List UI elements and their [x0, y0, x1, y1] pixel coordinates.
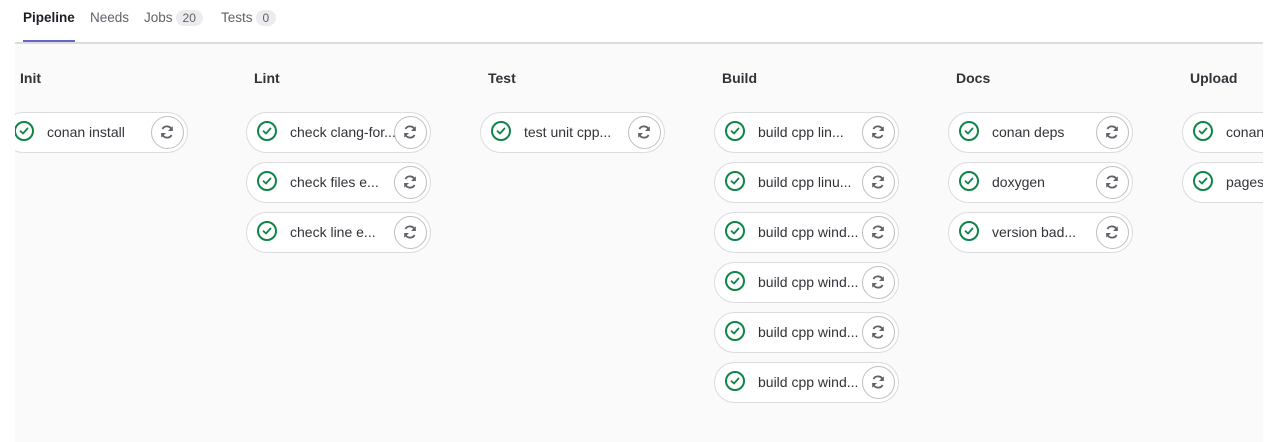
job-card[interactable]: check line e...	[246, 212, 431, 253]
job-name: pages	[1226, 174, 1263, 190]
retry-button[interactable]	[1096, 166, 1129, 199]
retry-button[interactable]	[862, 316, 895, 349]
retry-button[interactable]	[862, 216, 895, 249]
job-name: build cpp linu...	[758, 174, 852, 190]
job-card[interactable]: version bad...	[948, 212, 1133, 253]
job-card[interactable]: check files e...	[246, 162, 431, 203]
job-name: check clang-for...	[290, 124, 396, 140]
status-success-icon	[959, 221, 979, 241]
job-name: check files e...	[290, 174, 379, 190]
status-success-icon	[1193, 171, 1213, 191]
tab-pipeline[interactable]: Pipeline	[23, 10, 75, 42]
retry-button[interactable]	[1096, 216, 1129, 249]
job-card[interactable]: build cpp wind...	[714, 262, 899, 303]
retry-button[interactable]	[394, 116, 427, 149]
job-card[interactable]: pages	[1182, 162, 1263, 203]
pipeline-tabs: Pipeline Needs Jobs 20 Tests 0	[15, 0, 1263, 44]
job-card[interactable]: conan	[1182, 112, 1263, 153]
job-card[interactable]: build cpp wind...	[714, 312, 899, 353]
stage-title: Init	[20, 70, 41, 86]
tests-count-badge: 0	[255, 10, 277, 26]
job-name: doxygen	[992, 174, 1045, 190]
tab-jobs-label: Jobs	[144, 10, 173, 25]
tab-tests[interactable]: Tests 0	[221, 10, 277, 42]
status-success-icon	[257, 171, 277, 191]
retry-button[interactable]	[394, 216, 427, 249]
retry-button[interactable]	[862, 366, 895, 399]
status-success-icon	[257, 221, 277, 241]
status-success-icon	[725, 221, 745, 241]
job-name: build cpp wind...	[758, 274, 859, 290]
status-success-icon	[725, 371, 745, 391]
status-success-icon	[257, 121, 277, 141]
stage-title: Upload	[1190, 70, 1238, 86]
job-card[interactable]: check clang-for...	[246, 112, 431, 153]
job-name: build cpp wind...	[758, 374, 859, 390]
job-card[interactable]: build cpp wind...	[714, 212, 899, 253]
job-name: version bad...	[992, 224, 1077, 240]
stage-title: Lint	[254, 70, 280, 86]
job-card[interactable]: conan install	[15, 112, 188, 153]
stage-title: Build	[722, 70, 757, 86]
tab-tests-label: Tests	[221, 10, 253, 25]
retry-button[interactable]	[862, 166, 895, 199]
status-success-icon	[959, 171, 979, 191]
stage-title: Test	[488, 70, 516, 86]
job-card[interactable]: build cpp lin...	[714, 112, 899, 153]
jobs-count-badge: 20	[175, 10, 203, 26]
job-card[interactable]: conan deps	[948, 112, 1133, 153]
status-success-icon	[15, 121, 34, 141]
status-success-icon	[725, 121, 745, 141]
tab-needs[interactable]: Needs	[90, 10, 129, 42]
retry-button[interactable]	[862, 266, 895, 299]
job-name: test unit cpp...	[524, 124, 612, 140]
status-success-icon	[1193, 121, 1213, 141]
job-card[interactable]: build cpp linu...	[714, 162, 899, 203]
job-name: build cpp wind...	[758, 224, 859, 240]
job-name: conan	[1226, 124, 1263, 140]
job-name: build cpp wind...	[758, 324, 859, 340]
job-name: conan deps	[992, 124, 1065, 140]
status-success-icon	[725, 271, 745, 291]
job-name: check line e...	[290, 224, 376, 240]
status-success-icon	[959, 121, 979, 141]
retry-button[interactable]	[862, 116, 895, 149]
stage-title: Docs	[956, 70, 991, 86]
pipeline-graph: Init conan install Lint check clang-for... c…	[15, 44, 1263, 442]
status-success-icon	[491, 121, 511, 141]
retry-button[interactable]	[628, 116, 661, 149]
retry-button[interactable]	[151, 116, 184, 149]
job-card[interactable]: doxygen	[948, 162, 1133, 203]
status-success-icon	[725, 321, 745, 341]
job-name: conan install	[47, 124, 125, 140]
tab-jobs[interactable]: Jobs 20	[144, 10, 203, 42]
retry-button[interactable]	[394, 166, 427, 199]
job-card[interactable]: test unit cpp...	[480, 112, 665, 153]
job-name: build cpp lin...	[758, 124, 844, 140]
status-success-icon	[725, 171, 745, 191]
job-card[interactable]: build cpp wind...	[714, 362, 899, 403]
retry-button[interactable]	[1096, 116, 1129, 149]
